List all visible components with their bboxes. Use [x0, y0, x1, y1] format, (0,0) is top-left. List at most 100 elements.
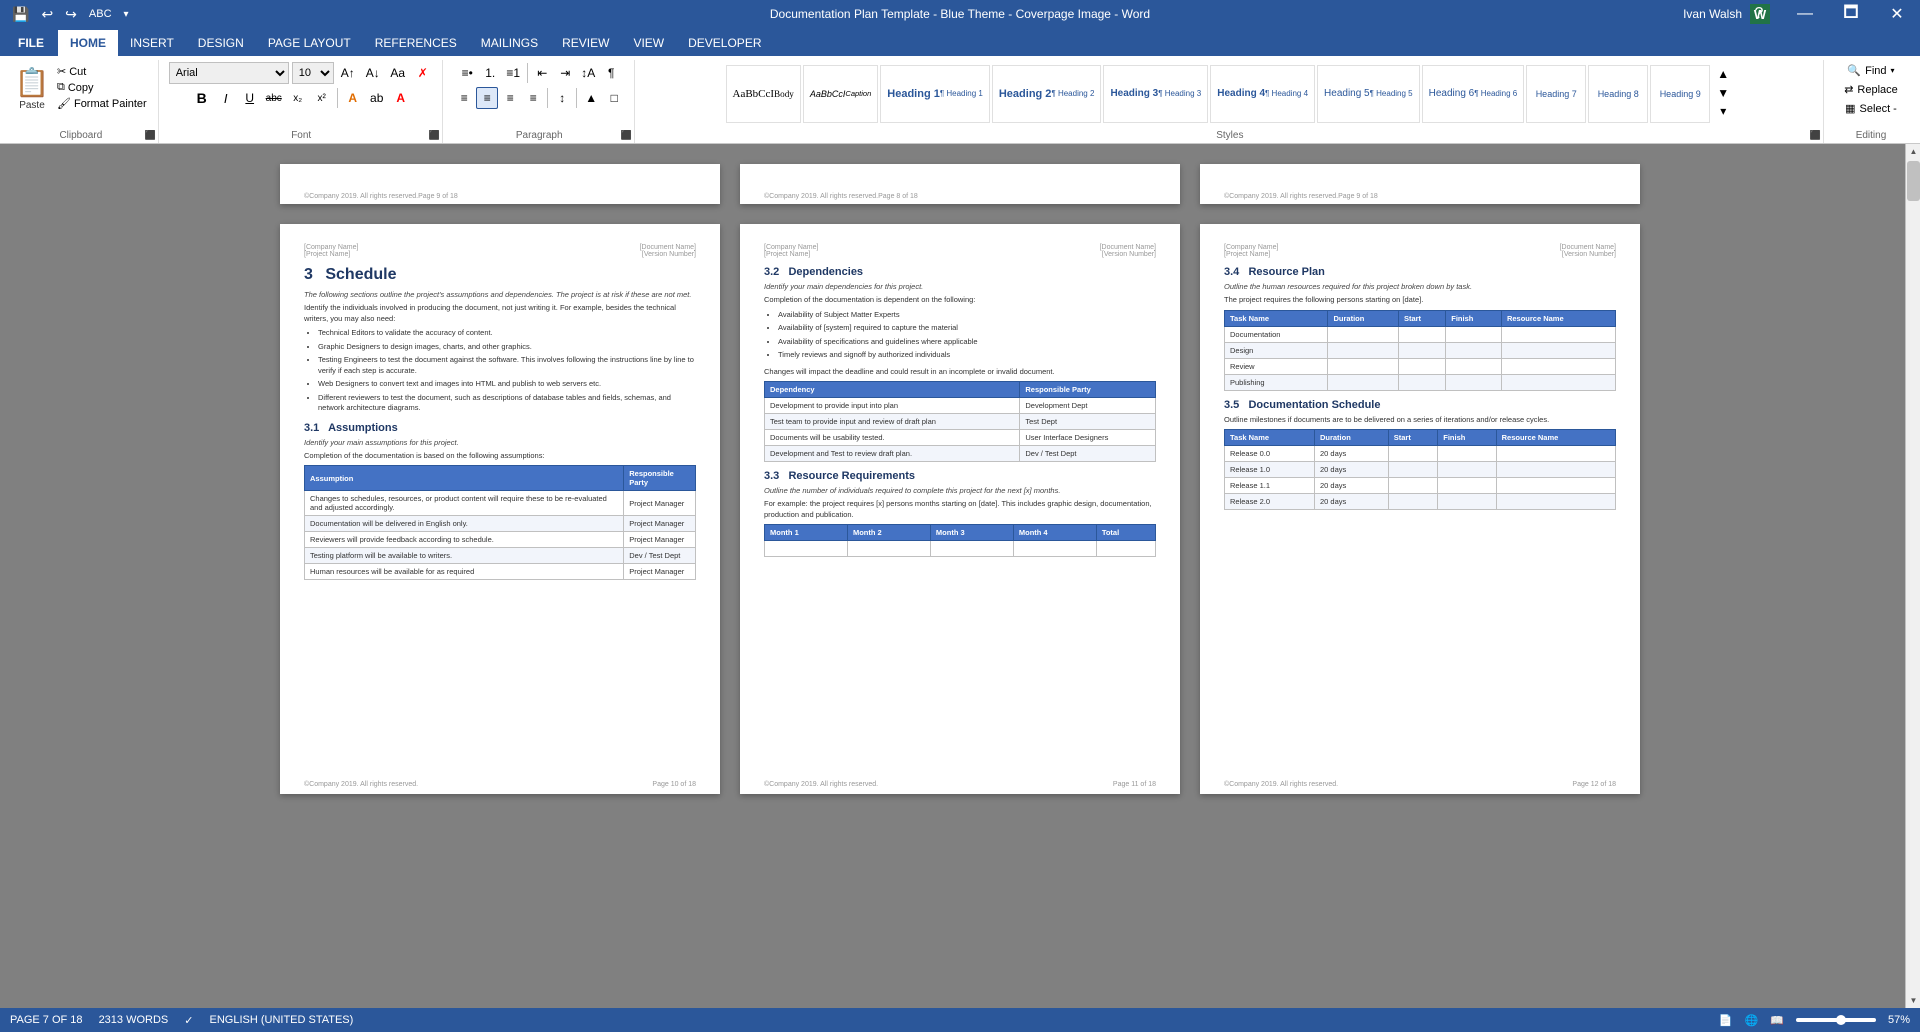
start-cell	[1388, 494, 1438, 510]
paragraph-launcher[interactable]: ⬛	[621, 130, 632, 141]
text-effects-button[interactable]: A	[342, 87, 364, 109]
save-icon[interactable]: 💾	[8, 4, 33, 25]
table-row: Design	[1225, 342, 1616, 358]
view-print-icon[interactable]: 📄	[1719, 1014, 1733, 1027]
tab-file[interactable]: FILE	[4, 30, 58, 56]
task-cell: Release 1.1	[1225, 478, 1315, 494]
zoom-level[interactable]: 57%	[1888, 1014, 1910, 1026]
scroll-up-arrow[interactable]: ▲	[1906, 144, 1920, 159]
format-painter-button[interactable]: 🖌 Format Painter	[54, 96, 150, 111]
tab-view[interactable]: VIEW	[621, 30, 676, 56]
align-left-button[interactable]: ≡	[453, 87, 475, 109]
styles-more[interactable]: ▾	[1712, 102, 1734, 121]
tab-developer[interactable]: DEVELOPER	[676, 30, 773, 56]
language[interactable]: ENGLISH (UNITED STATES)	[209, 1014, 353, 1026]
undo-icon[interactable]: ↩	[37, 4, 57, 25]
assumption-cell: Reviewers will provide feedback accordin…	[305, 532, 624, 548]
tab-insert[interactable]: INSERT	[118, 30, 186, 56]
paste-button[interactable]: 📋 Paste	[12, 62, 52, 113]
res-name-cell	[1496, 478, 1615, 494]
style-body[interactable]: AaBbCcIBody	[726, 65, 801, 123]
style-heading5[interactable]: Heading 5¶ Heading 5	[1317, 65, 1420, 123]
numbering-button[interactable]: 1.	[479, 62, 501, 84]
cut-button[interactable]: ✂ Cut	[54, 64, 150, 79]
style-heading9[interactable]: Heading 9	[1650, 65, 1710, 123]
scroll-down-arrow[interactable]: ▼	[1906, 993, 1920, 1008]
align-center-button[interactable]: ≡	[476, 87, 498, 109]
increase-indent-button[interactable]: ⇥	[554, 62, 576, 84]
style-heading3[interactable]: Heading 3¶ Heading 3	[1103, 65, 1208, 123]
scroll-thumb[interactable]	[1907, 161, 1920, 201]
page9-footer-right: Page 12 of 18	[1572, 781, 1616, 788]
font-color-button[interactable]: A	[390, 87, 412, 109]
subscript-button[interactable]: x₂	[287, 87, 309, 109]
show-marks-button[interactable]: ¶	[600, 62, 622, 84]
select-button[interactable]: ▦ Select -	[1839, 100, 1903, 117]
styles-scroll-down[interactable]: ▼	[1712, 83, 1734, 102]
vertical-scrollbar[interactable]: ▲ ▼	[1905, 144, 1920, 1008]
style-heading7[interactable]: Heading 7	[1526, 65, 1586, 123]
font-launcher[interactable]: ⬛	[429, 130, 440, 141]
tab-mailings[interactable]: MAILINGS	[469, 30, 550, 56]
italic-button[interactable]: I	[215, 87, 237, 109]
copy-button[interactable]: ⧉ Copy	[54, 80, 150, 95]
superscript-button[interactable]: x²	[311, 87, 333, 109]
tab-design[interactable]: DESIGN	[186, 30, 256, 56]
restore-button[interactable]: 🗖	[1828, 0, 1874, 28]
page7-header-right: [Document Name] [Version Number]	[640, 244, 696, 258]
page8-footer-left: ©Company 2019. All rights reserved.	[764, 781, 878, 788]
justify-button[interactable]: ≡	[522, 87, 544, 109]
clear-formatting-button[interactable]: ✗	[412, 62, 434, 84]
font-size-select[interactable]: 10	[292, 62, 334, 84]
borders-button[interactable]: □	[603, 87, 625, 109]
replace-button[interactable]: ⇄ Replace	[1838, 81, 1904, 98]
bullets-button[interactable]: ≡•	[456, 62, 478, 84]
style-heading4[interactable]: Heading 4¶ Heading 4	[1210, 65, 1315, 123]
page9-header: [Company Name] [Project Name] [Document …	[1224, 244, 1616, 258]
style-heading6[interactable]: Heading 6¶ Heading 6	[1422, 65, 1525, 123]
zoom-slider[interactable]	[1796, 1018, 1876, 1022]
style-heading1[interactable]: Heading 1¶ Heading 1	[880, 65, 990, 123]
shrink-font-button[interactable]: A↓	[362, 62, 384, 84]
page-info: PAGE 7 OF 18	[10, 1014, 83, 1026]
start-cell	[1388, 478, 1438, 494]
tab-references[interactable]: REFERENCES	[363, 30, 469, 56]
style-caption[interactable]: AaBbCcICaption	[803, 65, 878, 123]
change-case-button[interactable]: Aa	[387, 62, 409, 84]
strikethrough-button[interactable]: abc	[263, 87, 285, 109]
styles-label: Styles	[637, 130, 1823, 141]
shading-button[interactable]: ▲	[580, 87, 602, 109]
align-right-button[interactable]: ≡	[499, 87, 521, 109]
spell-check-icon[interactable]: ✓	[184, 1014, 193, 1027]
multilevel-button[interactable]: ≡1	[502, 62, 524, 84]
line-spacing-button[interactable]: ↕	[551, 87, 573, 109]
minimize-button[interactable]: —	[1782, 0, 1828, 28]
close-button[interactable]: ✕	[1874, 0, 1920, 28]
zoom-slider-thumb[interactable]	[1836, 1015, 1846, 1025]
clipboard-launcher[interactable]: ⬛	[145, 130, 156, 141]
style-heading8[interactable]: Heading 8	[1588, 65, 1648, 123]
styles-launcher[interactable]: ⬛	[1810, 130, 1821, 141]
style-heading2[interactable]: Heading 2¶ Heading 2	[992, 65, 1102, 123]
font-name-select[interactable]: Arial	[169, 62, 289, 84]
user-name[interactable]: Ivan Walsh	[1683, 7, 1742, 21]
bold-button[interactable]: B	[191, 87, 213, 109]
styles-scroll-up[interactable]: ▲	[1712, 65, 1734, 84]
page7-footer: ©Company 2019. All rights reserved. Page…	[304, 781, 696, 788]
redo-icon[interactable]: ↪	[61, 4, 81, 25]
grow-font-button[interactable]: A↑	[337, 62, 359, 84]
sort-button[interactable]: ↕A	[577, 62, 599, 84]
find-button[interactable]: 🔍 Find ▾	[1841, 62, 1900, 79]
help-icon[interactable]: ?	[1736, 0, 1782, 28]
tab-home[interactable]: HOME	[58, 30, 118, 56]
underline-button[interactable]: U	[239, 87, 261, 109]
view-web-icon[interactable]: 🌐	[1745, 1014, 1759, 1027]
finish-cell	[1446, 374, 1502, 390]
decrease-indent-button[interactable]: ⇤	[531, 62, 553, 84]
highlight-button[interactable]: ab	[366, 87, 388, 109]
tab-review[interactable]: REVIEW	[550, 30, 621, 56]
view-read-icon[interactable]: 📖	[1770, 1014, 1784, 1027]
customize-icon[interactable]: ▾	[120, 7, 133, 22]
spelling-icon[interactable]: ABC	[85, 6, 116, 22]
tab-page-layout[interactable]: PAGE LAYOUT	[256, 30, 363, 56]
